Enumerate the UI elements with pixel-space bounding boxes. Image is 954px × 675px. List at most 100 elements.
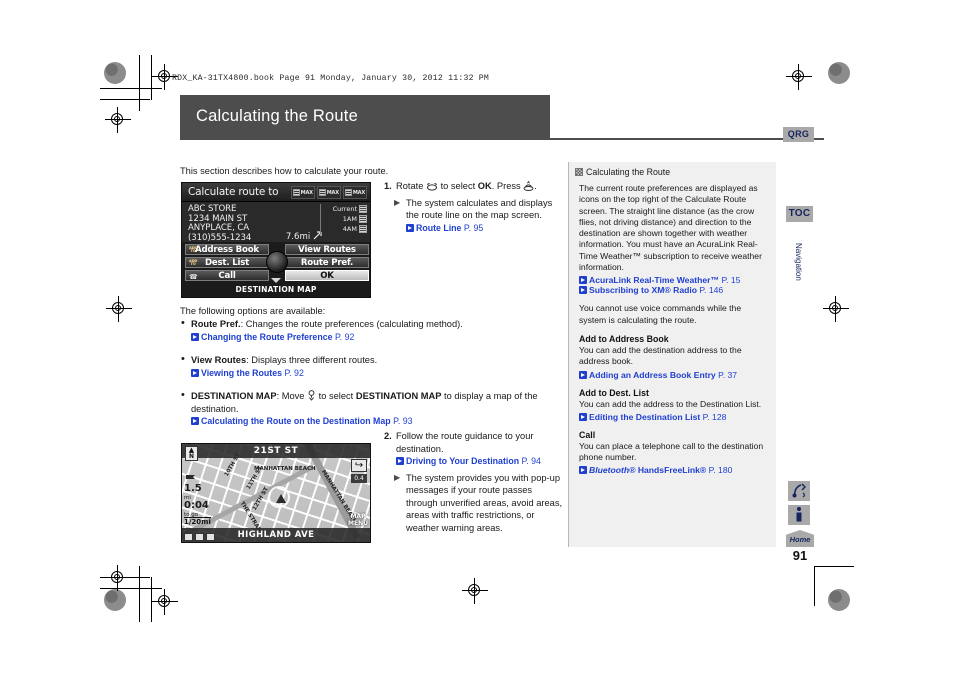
xref-page: P. 180 xyxy=(708,465,733,476)
options-intro: The following options are available: xyxy=(180,306,326,316)
xref-arrow-icon xyxy=(579,412,587,421)
sidebar-heading-text: Calculating the Route xyxy=(586,167,671,177)
sidebar-xref-dest-list[interactable]: Editing the Destination List P. 128 xyxy=(579,412,768,422)
xref-page: P. 95 xyxy=(463,222,484,233)
compass-direction: N xyxy=(188,453,195,460)
route-pref-icon-2: MAX xyxy=(316,186,341,199)
page-title: Calculating the Route xyxy=(196,107,358,125)
sidebar-xref-bluetooth[interactable]: Bluetooth® HandsFreeLink® P. 180 xyxy=(579,465,768,475)
sidebar-section-title-dest-list: Add to Dest. List xyxy=(579,387,649,398)
compass-icon[interactable]: ▲ N xyxy=(185,446,198,461)
xref-arrow-icon xyxy=(579,286,587,295)
nav-button-view-routes[interactable]: View Routes xyxy=(285,244,369,255)
weather-thumb-icon xyxy=(359,205,367,213)
add-to-badge-icon: ADD TO xyxy=(189,245,198,254)
xref-link: AcuraLink Real-Time Weather™ P. 15 xyxy=(579,275,740,285)
step-2: 2. Follow the route guidance to your des… xyxy=(384,430,566,468)
step-column-top: 1. Rotate to select OK. Press . The syst… xyxy=(384,180,564,234)
nav-title-bar: Calculate route to MAX MAX MAX xyxy=(182,183,370,202)
nav-button-address-book[interactable]: ADD TO Address Book xyxy=(185,244,269,255)
xref-text: Viewing the Routes xyxy=(201,367,282,378)
bullet-desc: : Changes the route preferences (calcula… xyxy=(240,319,463,329)
xref-arrow-icon xyxy=(191,332,199,341)
xref-text-italic: Bluetooth® xyxy=(589,465,636,476)
tab-section-navigation[interactable]: Navigation xyxy=(789,228,803,296)
map-icon-2 xyxy=(195,533,204,541)
options-list: Route Pref.: Changes the route preferenc… xyxy=(180,317,562,439)
xref-text: Route Line xyxy=(416,222,462,233)
weather-row-1am: 1AM xyxy=(323,214,367,224)
xref-page: P. 128 xyxy=(702,411,727,422)
remaining-distance-value: 1.5 xyxy=(184,483,202,494)
pref-max-label-2: MAX xyxy=(326,189,339,196)
sidebar-xref-xm-radio[interactable]: Subscribing to XM® Radio P. 146 xyxy=(579,285,768,295)
xref-link: Bluetooth® HandsFreeLink® P. 180 xyxy=(579,465,732,475)
weather-thumb-icon xyxy=(359,215,367,223)
xref-arrow-icon xyxy=(191,368,199,377)
joystick-down-icon xyxy=(308,390,315,401)
xref-link[interactable]: Changing the Route Preference P. 92 xyxy=(191,332,354,342)
sidebar-section-title-address-book: Add to Address Book xyxy=(579,333,669,344)
nav-button-ok[interactable]: OK xyxy=(285,270,369,281)
map-status-icons xyxy=(184,533,215,541)
sidebar-section-body-address-book: You can add the destination address to t… xyxy=(579,344,742,367)
print-density-dot-top-left xyxy=(104,62,126,84)
vehicle-position-icon xyxy=(276,494,286,503)
tab-qrg[interactable]: QRG xyxy=(783,127,814,142)
route-pref-icon-1: MAX xyxy=(290,186,315,199)
xref-link: Route Line P. 95 xyxy=(406,223,483,233)
xref-link: Subscribing to XM® Radio P. 146 xyxy=(579,285,723,295)
weather-time-1: 1AM xyxy=(342,215,357,223)
step-1-text-d: . xyxy=(534,181,537,191)
registration-mark-left-middle xyxy=(106,296,132,322)
sidebar-section-body-call: You can place a telephone call to the de… xyxy=(579,440,764,463)
distance-value: 7.6mi xyxy=(285,232,311,242)
step-1-text-a: Rotate xyxy=(396,181,426,191)
eta-value: 0:04 xyxy=(184,500,209,511)
map-icon-1 xyxy=(184,533,193,541)
pref-max-label-1: MAX xyxy=(300,189,313,196)
sidebar-xref-acuralink[interactable]: AcuraLink Real-Time Weather™ P. 15 xyxy=(579,275,768,285)
nav-button-route-pref[interactable]: Route Pref. xyxy=(285,257,369,268)
weather-row-current: Current xyxy=(323,204,367,214)
step-1: 1. Rotate to select OK. Press . xyxy=(384,180,564,193)
tab-toc[interactable]: TOC xyxy=(786,206,813,222)
xref-link[interactable]: Viewing the Routes P. 92 xyxy=(191,368,304,378)
map-menu-button[interactable]: MAP MENU xyxy=(348,513,368,527)
route-preference-icons: MAX MAX MAX xyxy=(290,186,367,199)
xref-arrow-icon xyxy=(191,417,199,425)
step-1-xref[interactable]: Route Line P. 95 xyxy=(406,222,564,235)
route-pref-icon-3: MAX xyxy=(342,186,367,199)
xref-link: Editing the Destination List P. 128 xyxy=(579,412,726,422)
sidebar-xref-address-book[interactable]: Adding an Address Book Entry P. 37 xyxy=(579,370,768,380)
step-1-text-b: to select xyxy=(437,181,478,191)
print-density-dot-top-right xyxy=(828,62,850,84)
xref-text-rest: HandsFreeLink® xyxy=(635,465,707,476)
registration-mark-bottom-left xyxy=(105,565,131,591)
list-item-view-routes: View Routes: Displays three different ro… xyxy=(180,353,562,379)
xref-page: P. 146 xyxy=(699,285,724,296)
nav-destination-map-bar[interactable]: DESTINATION MAP xyxy=(182,278,370,297)
phone-icon: ☎ xyxy=(189,272,198,281)
xref-arrow-icon xyxy=(579,466,587,475)
calculate-route-screen-image: Calculate route to MAX MAX MAX ABC STORE xyxy=(181,182,371,298)
map-scale-indicator: 1/20mi xyxy=(184,517,211,526)
nav-destination-panel: ABC STORE 1234 MAIN ST ANYPLACE, CA (310… xyxy=(182,202,370,242)
pref-grid-icon xyxy=(292,189,300,196)
step-2-result: The system provides you with pop-up mess… xyxy=(384,472,566,535)
tab-home[interactable]: Home xyxy=(786,530,814,547)
nav-button-call[interactable]: ☎ Call xyxy=(185,270,269,281)
xref-link[interactable]: Driving to Your Destination P. 94 xyxy=(396,456,541,466)
registration-mark-top-left xyxy=(105,107,131,133)
info-icon[interactable] xyxy=(788,505,810,525)
interface-knob-illustration xyxy=(266,251,288,273)
xref-link[interactable]: Calculating the Route on the Destination… xyxy=(191,416,413,426)
sidebar-section-title-call: Call xyxy=(579,429,596,440)
bullet-keyword: DESTINATION MAP xyxy=(355,391,442,401)
nav-screen-title: Calculate route to xyxy=(188,186,279,198)
nav-button-dest-list[interactable]: ADD TO Dest. List xyxy=(185,257,269,268)
voice-command-icon[interactable] xyxy=(788,481,810,501)
xref-arrow-icon xyxy=(396,457,404,465)
crop-line-top-left-h2 xyxy=(100,99,150,100)
xref-text: Subscribing to XM® Radio xyxy=(589,285,698,296)
